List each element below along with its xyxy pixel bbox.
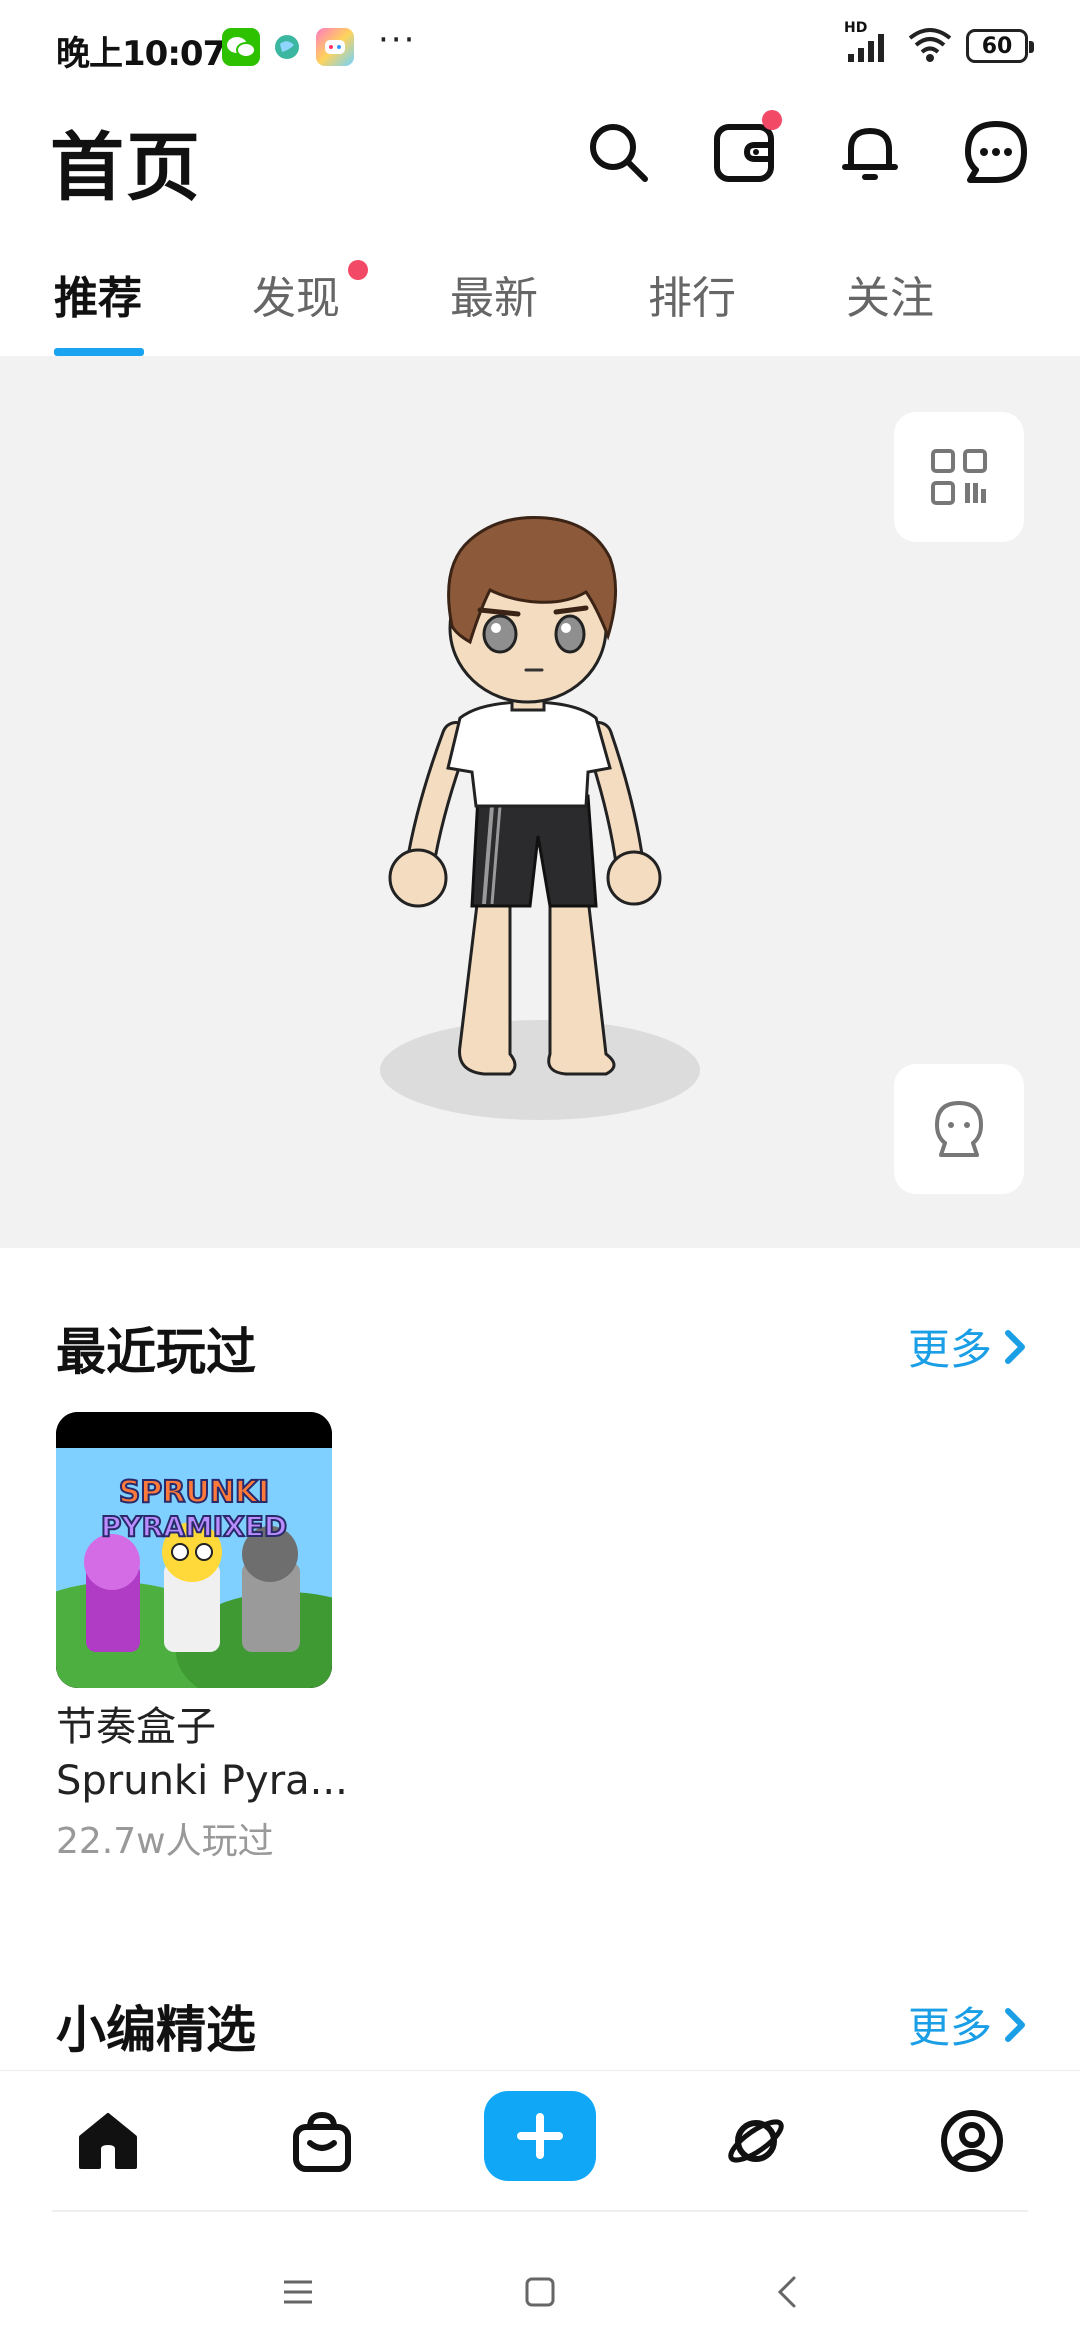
nav-home[interactable] bbox=[68, 2101, 148, 2181]
wallet-badge bbox=[762, 110, 782, 130]
bell-icon[interactable] bbox=[834, 116, 906, 188]
status-time: 晚上10:07 bbox=[56, 34, 226, 74]
search-icon[interactable] bbox=[582, 116, 654, 188]
page-title: 首页 bbox=[50, 125, 202, 211]
planet-icon bbox=[728, 2119, 784, 2163]
thumb-title-line1: SPRUNKI bbox=[119, 1475, 270, 1510]
game-name-line1: 节奏盒子 bbox=[56, 1704, 216, 1750]
system-nav-bar bbox=[0, 2210, 1080, 2340]
status-indicators: HD 60 bbox=[844, 20, 1034, 68]
nav-profile[interactable] bbox=[932, 2101, 1012, 2181]
game-play-count: 22.7w人玩过 bbox=[56, 1821, 274, 1862]
message-icon[interactable] bbox=[960, 116, 1032, 188]
character-button[interactable] bbox=[894, 1064, 1024, 1194]
status-more-icon: ··· bbox=[378, 20, 417, 60]
divider bbox=[52, 2210, 1028, 2212]
home-square-icon[interactable] bbox=[520, 2272, 560, 2312]
recent-section-title: 最近玩过 bbox=[56, 1323, 256, 1381]
avatar-showcase bbox=[0, 356, 1080, 1248]
tab-ranking[interactable]: 排行 bbox=[648, 262, 736, 326]
wifi-icon bbox=[906, 24, 954, 68]
more-label: 更多 bbox=[907, 2003, 992, 2052]
more-label: 更多 bbox=[907, 1325, 992, 1374]
status-bar: 晚上10:07 ··· HD 60 bbox=[0, 0, 1080, 90]
recent-game-card[interactable]: SPRUNKI PYRAMIXED 节奏盒子 Sprunki Pyra... 2… bbox=[56, 1412, 348, 1864]
editors-pick-more-link[interactable]: 更多 bbox=[908, 1994, 1028, 2055]
tab-latest[interactable]: 最新 bbox=[450, 262, 538, 326]
create-button[interactable] bbox=[484, 2091, 596, 2181]
chevron-right-icon bbox=[1005, 2007, 1025, 2042]
browser-icon bbox=[268, 28, 306, 66]
thumb-title-line2: PYRAMIXED bbox=[101, 1510, 287, 1543]
bottom-nav bbox=[0, 2070, 1080, 2211]
chevron-right-icon bbox=[1005, 1329, 1025, 1364]
menu-icon[interactable] bbox=[278, 2272, 318, 2312]
editors-pick-title: 小编精选 bbox=[56, 2001, 256, 2059]
signal-icon: HD bbox=[844, 20, 894, 66]
add-icon bbox=[517, 2113, 563, 2159]
qr-code-button[interactable] bbox=[894, 412, 1024, 542]
home-icon bbox=[79, 2113, 137, 2169]
wallet-icon[interactable] bbox=[708, 110, 782, 188]
ghost-icon bbox=[935, 1101, 983, 1157]
game-name-line2: Sprunki Pyra... bbox=[56, 1758, 348, 1804]
character-avatar[interactable] bbox=[360, 506, 720, 1146]
game-center-icon bbox=[316, 28, 354, 66]
wechat-icon bbox=[222, 28, 260, 66]
profile-icon bbox=[941, 2110, 1003, 2172]
nav-shop[interactable] bbox=[282, 2101, 362, 2181]
tab-discover[interactable]: 发现 bbox=[252, 262, 340, 326]
header: 首页 bbox=[0, 100, 1080, 220]
game-thumbnail: SPRUNKI PYRAMIXED bbox=[56, 1412, 332, 1688]
discover-badge bbox=[348, 260, 368, 280]
tab-bar: 推荐 发现 最新 排行 关注 bbox=[0, 240, 1080, 357]
back-icon[interactable] bbox=[768, 2272, 808, 2312]
active-tab-indicator bbox=[54, 348, 144, 356]
nav-explore[interactable] bbox=[716, 2101, 796, 2181]
battery-icon: 60 bbox=[966, 29, 1034, 63]
tab-recommend[interactable]: 推荐 bbox=[54, 262, 142, 326]
shopping-bag-icon bbox=[293, 2111, 351, 2172]
qr-code-icon bbox=[931, 449, 987, 505]
tab-following[interactable]: 关注 bbox=[846, 262, 934, 326]
recent-more-link[interactable]: 更多 bbox=[908, 1316, 1028, 1377]
